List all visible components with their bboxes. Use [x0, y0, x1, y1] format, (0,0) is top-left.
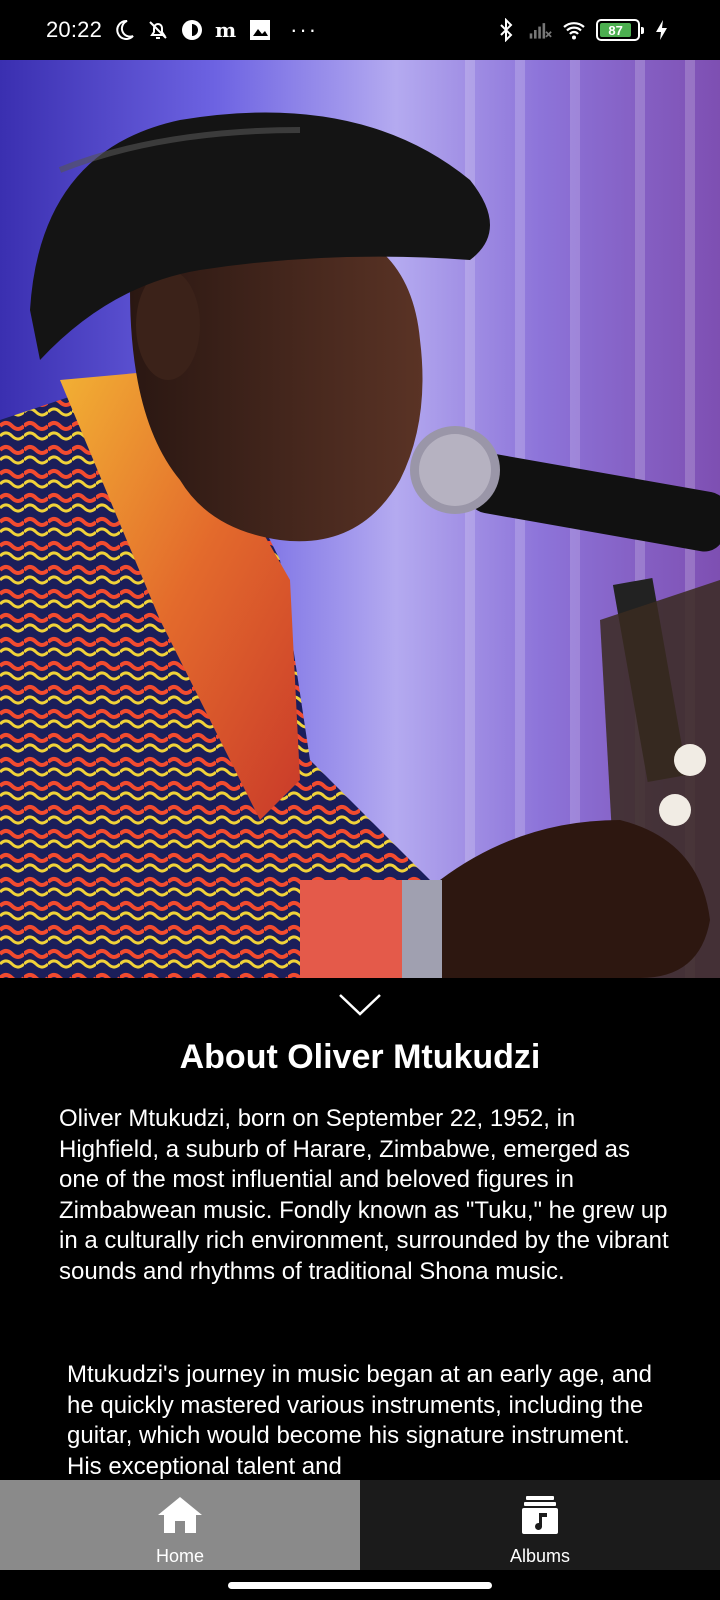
home-icon	[156, 1494, 204, 1536]
about-title: About Oliver Mtukudzi	[179, 1038, 541, 1076]
bio-paragraph-2: Mtukudzi's journey in music began at an …	[67, 1361, 652, 1480]
moon-icon	[112, 18, 136, 42]
albums-icon	[516, 1494, 564, 1536]
image-app-icon	[248, 18, 272, 42]
status-bar: 20:22 m ··· 87	[0, 0, 720, 60]
bluetooth-icon	[494, 18, 518, 42]
status-right: 87	[494, 18, 674, 42]
artist-photo	[0, 60, 720, 978]
status-time: 20:22	[46, 17, 103, 42]
artist-photo-illustration	[0, 60, 720, 978]
bottom-nav: Home Albums	[0, 1480, 720, 1570]
charging-icon	[650, 18, 674, 42]
bio-paragraph-1: Oliver Mtukudzi, born on September 22, 1…	[59, 1105, 669, 1285]
m-app-icon: m	[214, 18, 238, 42]
nav-label-albums: Albums	[509, 1546, 571, 1566]
bell-off-icon	[146, 18, 170, 42]
svg-text:m: m	[215, 18, 236, 42]
nav-item-home[interactable]: Home	[0, 1480, 360, 1570]
nav-item-albums[interactable]: Albums	[360, 1480, 720, 1570]
signal-icon	[528, 18, 552, 42]
gesture-handle[interactable]	[228, 1582, 492, 1589]
wifi-icon	[562, 18, 586, 42]
battery-icon: 87	[596, 19, 644, 41]
nav-label-home: Home	[155, 1546, 204, 1566]
chevron-down-icon[interactable]	[330, 990, 390, 1020]
battery-fill: 87	[600, 22, 632, 38]
more-notifications-icon: ···	[290, 17, 319, 42]
battery-level: 87	[608, 22, 623, 38]
circle-app-icon	[180, 18, 204, 42]
status-left: 20:22 m ···	[46, 17, 318, 43]
